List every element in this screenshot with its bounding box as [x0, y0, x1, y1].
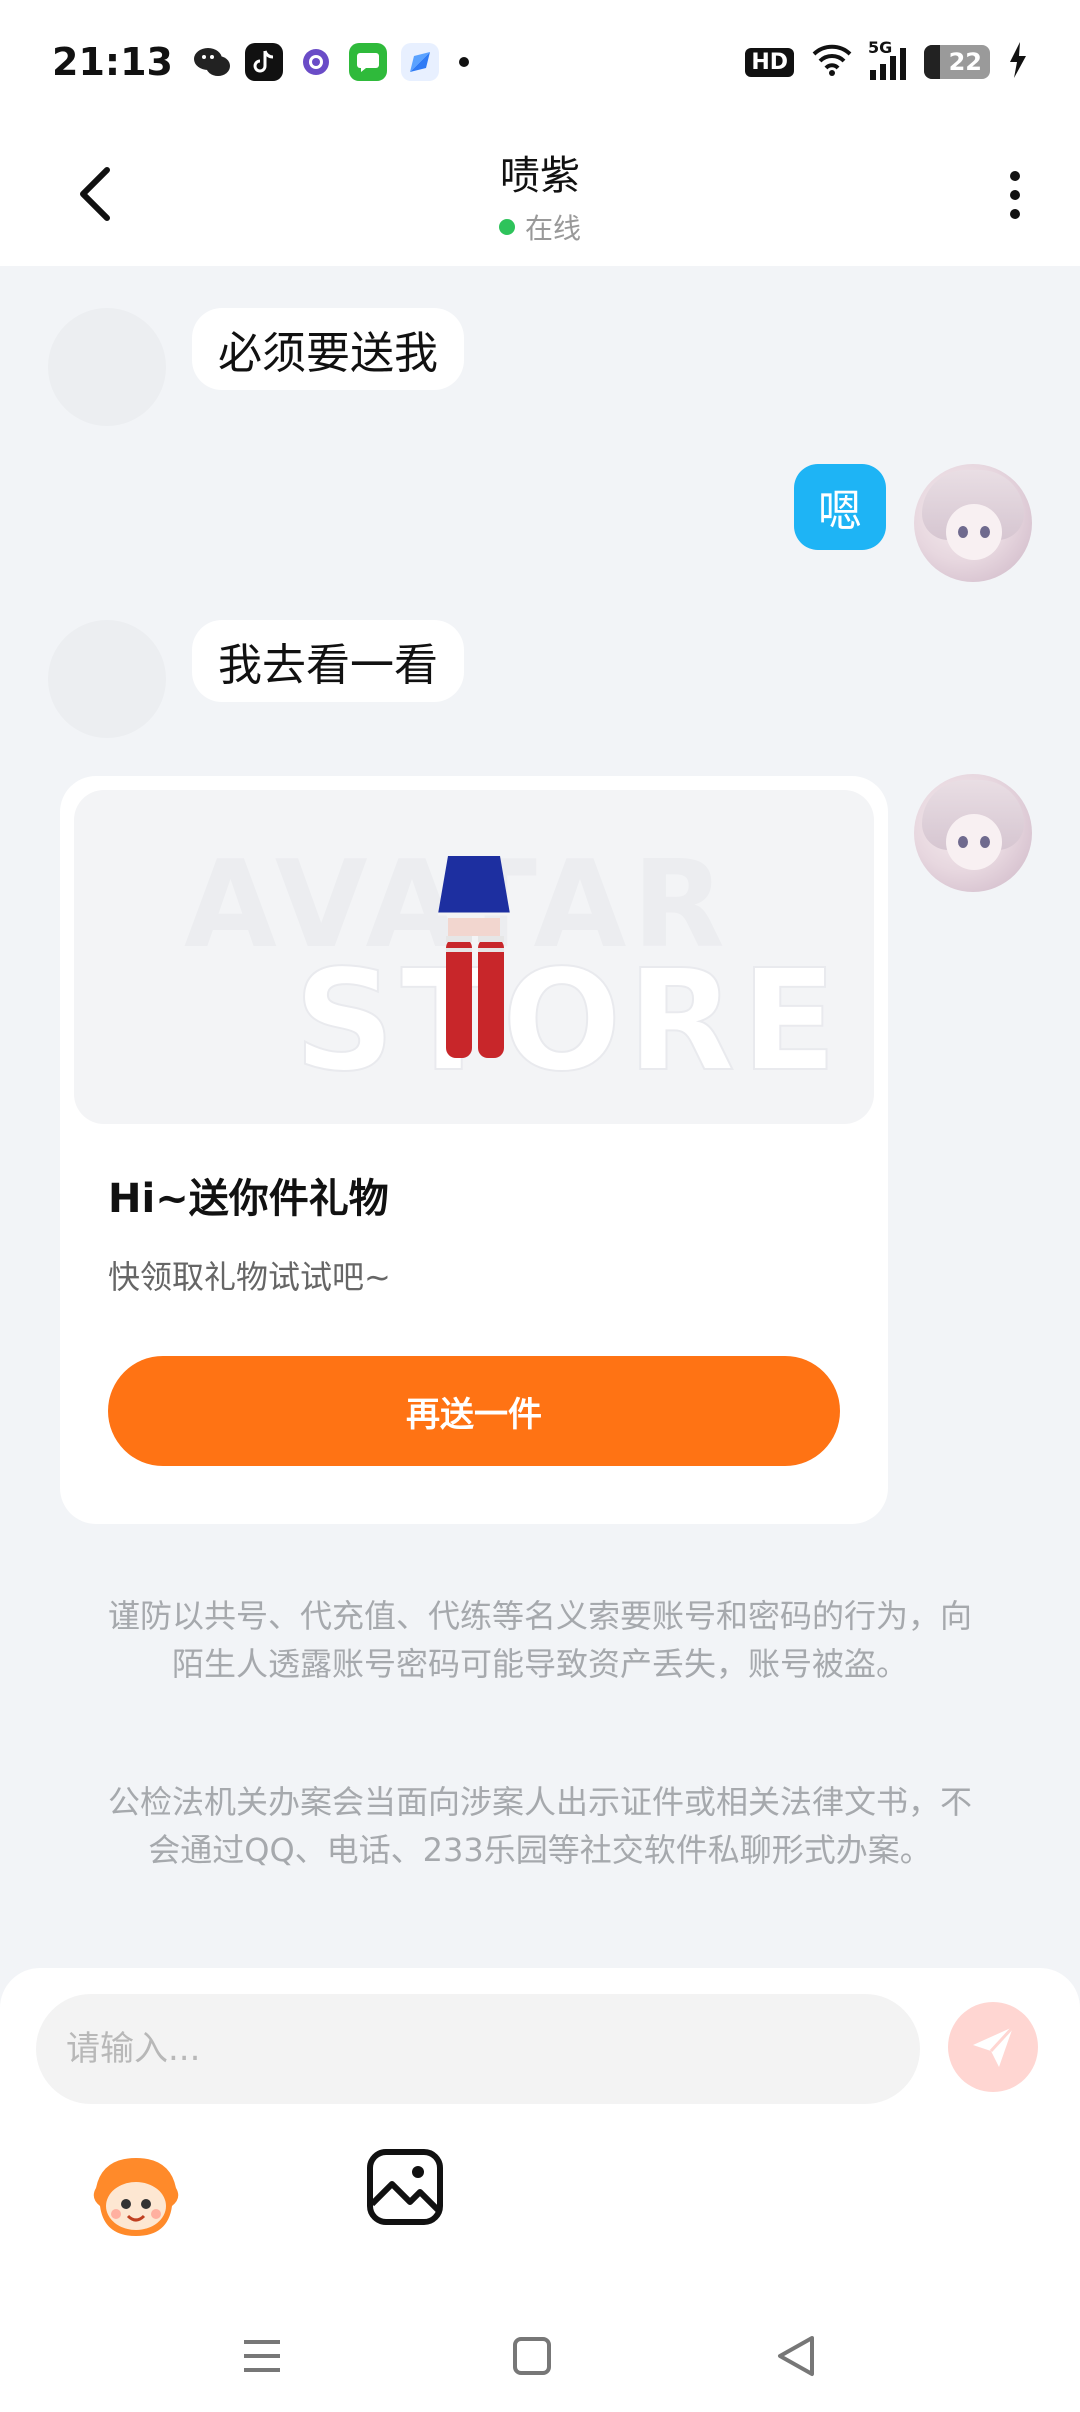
message-bubble-incoming[interactable]: 必须要送我: [192, 308, 464, 390]
gift-title: Hi~送你件礼物: [108, 1176, 389, 1222]
mascot-sticker-button[interactable]: [88, 2148, 184, 2244]
safety-notice: 公检法机关办案会当面向涉案人出示证件或相关法律文书，不会通过QQ、电话、233乐…: [107, 1783, 972, 1869]
system-nav-bar: [0, 2300, 1080, 2412]
status-app-icons: [193, 43, 469, 81]
status-time: 21:13: [52, 40, 173, 84]
home-nav-button[interactable]: [502, 2326, 562, 2386]
presence-text: 在线: [524, 212, 581, 245]
home-square-icon: [513, 2337, 551, 2375]
send-button[interactable]: [948, 2002, 1038, 2092]
image-picker-button[interactable]: [366, 2148, 444, 2226]
presence-status: 在线: [498, 207, 581, 247]
my-avatar[interactable]: [914, 774, 1032, 892]
status-bar: 21:13 HD 5G 22: [0, 0, 1080, 124]
messages-icon: [348, 43, 387, 81]
status-indicators: HD 5G 22: [745, 38, 1028, 82]
more-dot-icon: [1010, 209, 1020, 219]
gift-card[interactable]: AVATAR STORE Hi~送你件礼物 快领取礼物试试吧~ 再送一件: [60, 776, 888, 1524]
battery-indicator: 22: [924, 45, 990, 79]
battery-level: 22: [948, 48, 982, 76]
watermark-text: STORE: [293, 939, 843, 1104]
send-another-gift-button[interactable]: 再送一件: [108, 1356, 840, 1466]
wechat-icon: [193, 43, 231, 81]
back-button[interactable]: [64, 164, 124, 224]
notification-dot: [458, 57, 469, 67]
network-type-label: 5G: [868, 38, 893, 57]
my-avatar[interactable]: [914, 464, 1032, 582]
contact-avatar[interactable]: [48, 308, 166, 426]
online-dot-icon: [498, 219, 515, 235]
menu-icon: [244, 2340, 280, 2372]
tiktok-icon: [244, 43, 283, 81]
more-dot-icon: [1010, 190, 1020, 200]
image-icon: [367, 2149, 443, 2225]
safety-notice: 谨防以共号、代充值、代练等名义索要账号和密码的行为，向陌生人透露账号密码可能导致…: [107, 1597, 972, 1683]
back-nav-button[interactable]: [766, 2326, 826, 2386]
purple-app-icon: [297, 43, 335, 81]
more-options-button[interactable]: [990, 160, 1040, 230]
chat-title: 啧紫: [499, 153, 580, 199]
triangle-back-icon: [778, 2336, 814, 2376]
chevron-left-icon: [80, 167, 110, 221]
mascot-icon: [93, 2158, 179, 2236]
wifi-icon: [812, 44, 852, 80]
chat-title-block: 啧紫 在线: [498, 143, 581, 247]
gift-preview-image[interactable]: AVATAR STORE: [74, 790, 874, 1124]
charging-icon: [1008, 42, 1028, 82]
hd-badge: HD: [745, 47, 794, 77]
contact-avatar[interactable]: [48, 620, 166, 738]
skirt-stockings-icon: [438, 856, 510, 1058]
message-bubble-outgoing[interactable]: 嗯: [794, 464, 886, 550]
send-icon: [973, 2025, 1015, 2067]
signal-icon: 5G: [868, 38, 906, 80]
chat-header: 啧紫 在线: [0, 124, 1080, 266]
more-dot-icon: [1010, 171, 1020, 181]
gift-subtitle: 快领取礼物试试吧~: [108, 1258, 391, 1296]
chat-screen: 21:13 HD 5G 22 啧紫 在线 必须要送我 嗯 我去看一看 STORE…: [0, 0, 1080, 2412]
blue-app-icon: [400, 43, 439, 81]
message-bubble-incoming[interactable]: 我去看一看: [192, 620, 464, 702]
menu-nav-button[interactable]: [232, 2326, 292, 2386]
message-input[interactable]: [36, 1994, 920, 2104]
